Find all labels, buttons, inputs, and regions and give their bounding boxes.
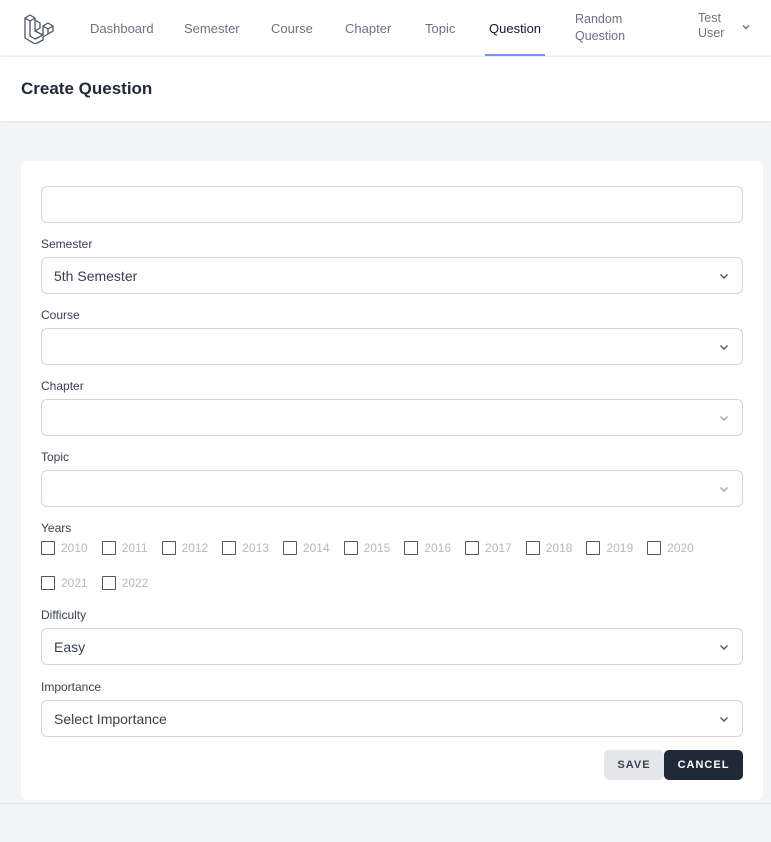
topic-select[interactable] <box>41 470 743 507</box>
chevron-down-icon <box>720 487 728 492</box>
top-navigation: Dashboard Semester Course Chapter Topic … <box>0 0 771 56</box>
years-label: Years <box>41 521 72 535</box>
chevron-down-icon <box>720 274 728 279</box>
year-label: 2022 <box>121 576 149 590</box>
course-label: Course <box>41 308 80 322</box>
checkbox-box[interactable] <box>222 541 237 555</box>
year-label: 2016 <box>424 541 452 555</box>
year-2011-checkbox[interactable]: 2011 <box>101 541 148 555</box>
year-2012-checkbox[interactable]: 2012 <box>161 541 209 555</box>
year-label: 2014 <box>302 541 330 555</box>
chevron-down-icon <box>720 645 728 650</box>
year-2016-checkbox[interactable]: 2016 <box>404 541 451 555</box>
checkbox-box[interactable] <box>525 541 540 555</box>
chevron-down-icon <box>720 345 728 350</box>
year-label: 2020 <box>667 541 694 555</box>
user-name-line1: Test <box>698 11 721 25</box>
difficulty-select[interactable]: Easy <box>41 628 743 665</box>
page-header: Create Question <box>0 57 771 121</box>
chevron-down-icon[interactable] <box>740 21 752 33</box>
checkbox-box[interactable] <box>161 541 176 555</box>
year-label: 2012 <box>181 541 209 555</box>
year-2014-checkbox[interactable]: 2014 <box>282 541 330 555</box>
year-label: 2017 <box>485 541 512 555</box>
checkbox-box[interactable] <box>465 541 480 555</box>
checkbox-box[interactable] <box>282 541 297 555</box>
cancel-button[interactable]: CANCEL <box>664 750 743 780</box>
nav-random-line2: Question <box>575 29 626 43</box>
checkbox-box[interactable] <box>41 541 55 555</box>
checkbox-box[interactable] <box>101 576 116 590</box>
laravel-logo-icon[interactable] <box>22 12 54 44</box>
year-label: 2021 <box>61 576 88 590</box>
year-label: 2011 <box>121 541 148 555</box>
user-menu[interactable]: Test User <box>698 11 724 41</box>
topic-label: Topic <box>41 450 70 464</box>
nav-topic[interactable]: Topic <box>425 0 455 56</box>
chevron-down-icon <box>720 717 728 722</box>
year-2022-checkbox[interactable]: 2022 <box>101 576 149 590</box>
page-title: Create Question <box>21 79 153 98</box>
difficulty-label: Difficulty <box>41 608 87 622</box>
semester-select[interactable]: 5th Semester <box>41 257 743 294</box>
save-button[interactable]: SAVE <box>604 750 664 780</box>
importance-label: Importance <box>41 680 102 694</box>
nav-chapter[interactable]: Chapter <box>345 0 391 56</box>
nav-dashboard[interactable]: Dashboard <box>90 0 154 56</box>
difficulty-value: Easy <box>54 638 86 655</box>
chapter-select[interactable] <box>41 399 743 436</box>
year-2020-checkbox[interactable]: 2020 <box>647 541 694 555</box>
nav-semester[interactable]: Semester <box>184 0 240 56</box>
year-2021-checkbox[interactable]: 2021 <box>41 576 88 590</box>
nav-random-question[interactable]: Random Question <box>575 11 625 45</box>
footer-divider <box>0 803 771 804</box>
year-2013-checkbox[interactable]: 2013 <box>222 541 269 555</box>
nav-course[interactable]: Course <box>271 0 313 56</box>
year-2019-checkbox[interactable]: 2019 <box>586 541 633 555</box>
year-2015-checkbox[interactable]: 2015 <box>343 541 391 555</box>
semester-label: Semester <box>41 237 93 251</box>
user-name-line2: User <box>698 26 725 40</box>
chevron-down-icon <box>720 416 728 421</box>
year-label: 2019 <box>606 541 634 555</box>
checkbox-box[interactable] <box>404 541 419 555</box>
semester-value: 5th Semester <box>54 267 138 284</box>
chapter-label: Chapter <box>41 379 84 393</box>
checkbox-box[interactable] <box>586 541 601 555</box>
question-input[interactable] <box>41 186 743 223</box>
checkbox-box[interactable] <box>41 576 55 590</box>
year-label: 2015 <box>363 541 391 555</box>
year-label: 2010 <box>61 541 88 555</box>
nav-question[interactable]: Question <box>484 0 546 56</box>
year-2018-checkbox[interactable]: 2018 <box>525 541 573 555</box>
year-2010-checkbox[interactable]: 2010 <box>41 541 88 555</box>
course-select[interactable] <box>41 328 743 365</box>
checkbox-box[interactable] <box>343 541 358 555</box>
years-row-1: 2010 2011 2012 2013 2014 2015 2016 2017 … <box>41 541 708 555</box>
checkbox-box[interactable] <box>647 541 662 555</box>
nav-random-line1: Random <box>575 12 623 26</box>
importance-value: Select Importance <box>54 710 167 727</box>
year-label: 2018 <box>545 541 573 555</box>
year-2017-checkbox[interactable]: 2017 <box>465 541 512 555</box>
checkbox-box[interactable] <box>101 541 116 555</box>
years-row-2: 2021 2022 <box>41 576 162 590</box>
year-label: 2013 <box>242 541 269 555</box>
importance-select[interactable]: Select Importance <box>41 700 743 737</box>
